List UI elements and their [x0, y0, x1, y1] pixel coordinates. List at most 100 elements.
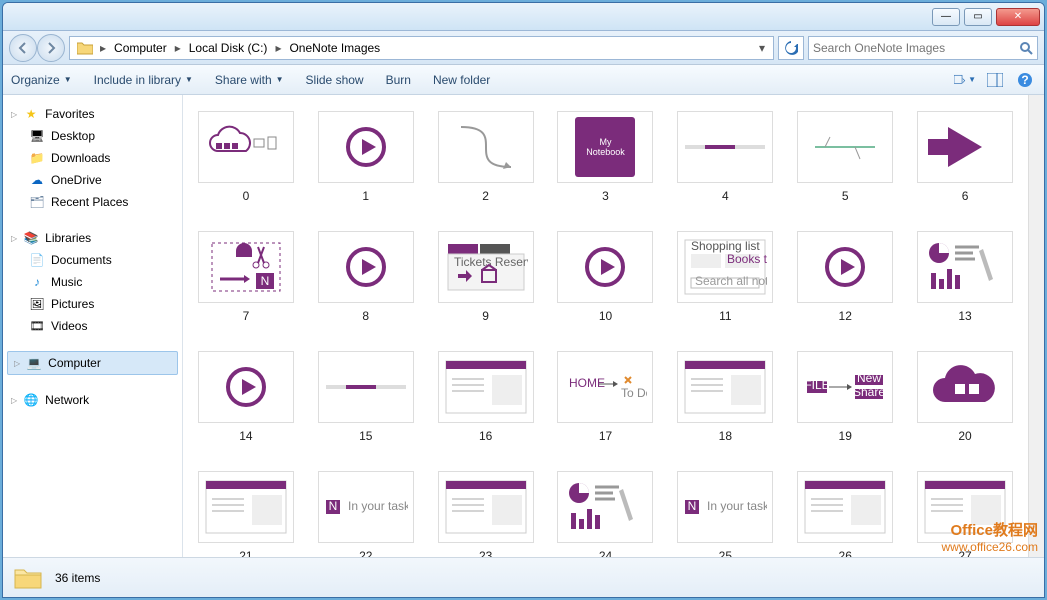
preview-pane-button[interactable] — [984, 69, 1006, 91]
minimize-button[interactable]: — — [932, 8, 960, 26]
libraries-head[interactable]: ▷ 📚 Libraries — [7, 227, 178, 249]
file-thumb[interactable]: Shopping listBooks to readSearch all not… — [670, 231, 780, 323]
file-thumb[interactable]: 5 — [790, 111, 900, 203]
refresh-button[interactable] — [778, 36, 804, 60]
forward-button[interactable] — [37, 34, 65, 62]
crumb-computer[interactable]: Computer — [108, 37, 173, 59]
thumb-label: 17 — [599, 429, 612, 443]
thumb-label: 10 — [599, 309, 612, 323]
thumb-label: 25 — [719, 549, 732, 557]
network-group: ▷ 🌐 Network — [7, 389, 178, 411]
file-thumb[interactable]: N7 — [191, 231, 301, 323]
thumb-label: 22 — [359, 549, 372, 557]
thumb-label: 3 — [602, 189, 609, 203]
file-thumb[interactable]: 21 — [191, 471, 301, 557]
favorites-head[interactable]: ▷ ★ Favorites — [7, 103, 178, 125]
svg-text:In your taskbar: In your taskbar — [707, 499, 767, 513]
sidebar-item-computer[interactable]: ▷ 💻 Computer — [7, 351, 178, 375]
file-thumb[interactable]: NIn your taskbar22 — [311, 471, 421, 557]
organize-menu[interactable]: Organize▼ — [11, 73, 72, 87]
chevron-down-icon: ▼ — [968, 75, 976, 84]
file-thumb[interactable]: 1 — [311, 111, 421, 203]
view-options-button[interactable]: ▼ — [954, 69, 976, 91]
file-thumb[interactable]: 20 — [910, 351, 1020, 443]
thumb-label: 27 — [958, 549, 971, 557]
include-menu[interactable]: Include in library▼ — [94, 73, 193, 87]
share-label: Share with — [215, 73, 272, 87]
share-menu[interactable]: Share with▼ — [215, 73, 284, 87]
close-button[interactable]: ✕ — [996, 8, 1040, 26]
search-input[interactable] — [813, 41, 1019, 55]
svg-text:HOME: HOME — [569, 376, 605, 390]
file-grid[interactable]: 012MyNotebook3456N78Tickets Reservation9… — [183, 95, 1028, 557]
status-count: 36 items — [55, 571, 100, 585]
thumb-label: 16 — [479, 429, 492, 443]
thumb-label: 9 — [482, 309, 489, 323]
search-box[interactable] — [808, 36, 1038, 60]
sidebar-item-videos[interactable]: 🎞Videos — [7, 315, 178, 337]
file-thumb[interactable]: 2 — [431, 111, 541, 203]
explorer-window: — ▭ ✕ ▸ Computer ▸ Local Disk (C:) ▸ One… — [2, 2, 1045, 598]
breadcrumb[interactable]: ▸ Computer ▸ Local Disk (C:) ▸ OneNote I… — [69, 36, 774, 60]
file-thumb[interactable]: 24 — [551, 471, 661, 557]
burn-button[interactable]: Burn — [386, 73, 411, 87]
file-thumb[interactable]: HOME To Do Tag 17 — [551, 351, 661, 443]
file-thumb[interactable]: 15 — [311, 351, 421, 443]
scrollbar[interactable] — [1028, 95, 1044, 557]
file-thumb[interactable]: 26 — [790, 471, 900, 557]
sidebar-item-onedrive[interactable]: ☁OneDrive — [7, 169, 178, 191]
sidebar-item-desktop[interactable]: 🖥Desktop — [7, 125, 178, 147]
svg-text:To Do Tag: To Do Tag — [621, 386, 647, 400]
slideshow-button[interactable]: Slide show — [306, 73, 364, 87]
help-button[interactable]: ? — [1014, 69, 1036, 91]
downloads-icon: 📁 — [29, 150, 45, 166]
file-thumb[interactable]: NIn your taskbar25 — [670, 471, 780, 557]
file-thumb[interactable]: 8 — [311, 231, 421, 323]
file-thumb[interactable]: 16 — [431, 351, 541, 443]
sidebar-item-pictures[interactable]: 🖼Pictures — [7, 293, 178, 315]
file-thumb[interactable]: 0 — [191, 111, 301, 203]
videos-icon: 🎞 — [29, 318, 45, 334]
thumb-label: 19 — [839, 429, 852, 443]
file-thumb[interactable]: 6 — [910, 111, 1020, 203]
file-thumb[interactable]: 18 — [670, 351, 780, 443]
back-button[interactable] — [9, 34, 37, 62]
thumb-preview — [797, 231, 893, 303]
file-thumb[interactable]: 13 — [910, 231, 1020, 323]
chevron-right-icon: ▸ — [173, 41, 183, 55]
svg-text:Books to read: Books to read — [727, 252, 767, 266]
thumb-preview — [677, 111, 773, 183]
sidebar-item-music[interactable]: ♪Music — [7, 271, 178, 293]
file-thumb[interactable]: MyNotebook3 — [551, 111, 661, 203]
slideshow-label: Slide show — [306, 73, 364, 87]
newfolder-button[interactable]: New folder — [433, 73, 490, 87]
include-label: Include in library — [94, 73, 181, 87]
thumb-label: 1 — [362, 189, 369, 203]
sidebar-item-downloads[interactable]: 📁Downloads — [7, 147, 178, 169]
file-thumb[interactable]: FILENewShare19 — [790, 351, 900, 443]
file-thumb[interactable]: 4 — [670, 111, 780, 203]
thumb-preview: HOME To Do Tag — [557, 351, 653, 423]
file-thumb[interactable]: 14 — [191, 351, 301, 443]
breadcrumb-dropdown[interactable]: ▾ — [753, 41, 771, 55]
newfolder-label: New folder — [433, 73, 490, 87]
favorites-label: Favorites — [45, 107, 94, 121]
network-icon: 🌐 — [23, 392, 39, 408]
file-thumb[interactable]: 12 — [790, 231, 900, 323]
crumb-folder[interactable]: OneNote Images — [283, 37, 386, 59]
titlebar: — ▭ ✕ — [3, 3, 1044, 31]
crumb-localdisk[interactable]: Local Disk (C:) — [183, 37, 274, 59]
folder-icon — [76, 39, 94, 57]
thumb-preview — [198, 351, 294, 423]
file-thumb[interactable]: 27 — [910, 471, 1020, 557]
thumb-preview — [318, 111, 414, 183]
file-thumb[interactable]: 10 — [551, 231, 661, 323]
maximize-button[interactable]: ▭ — [964, 8, 992, 26]
sidebar-item-documents[interactable]: 📄Documents — [7, 249, 178, 271]
file-thumb[interactable]: Tickets Reservation9 — [431, 231, 541, 323]
sidebar-item-recent[interactable]: 🗂Recent Places — [7, 191, 178, 213]
onedrive-icon: ☁ — [29, 172, 45, 188]
sidebar-item-label: Desktop — [51, 129, 95, 143]
file-thumb[interactable]: 23 — [431, 471, 541, 557]
sidebar-item-network[interactable]: ▷ 🌐 Network — [7, 389, 178, 411]
